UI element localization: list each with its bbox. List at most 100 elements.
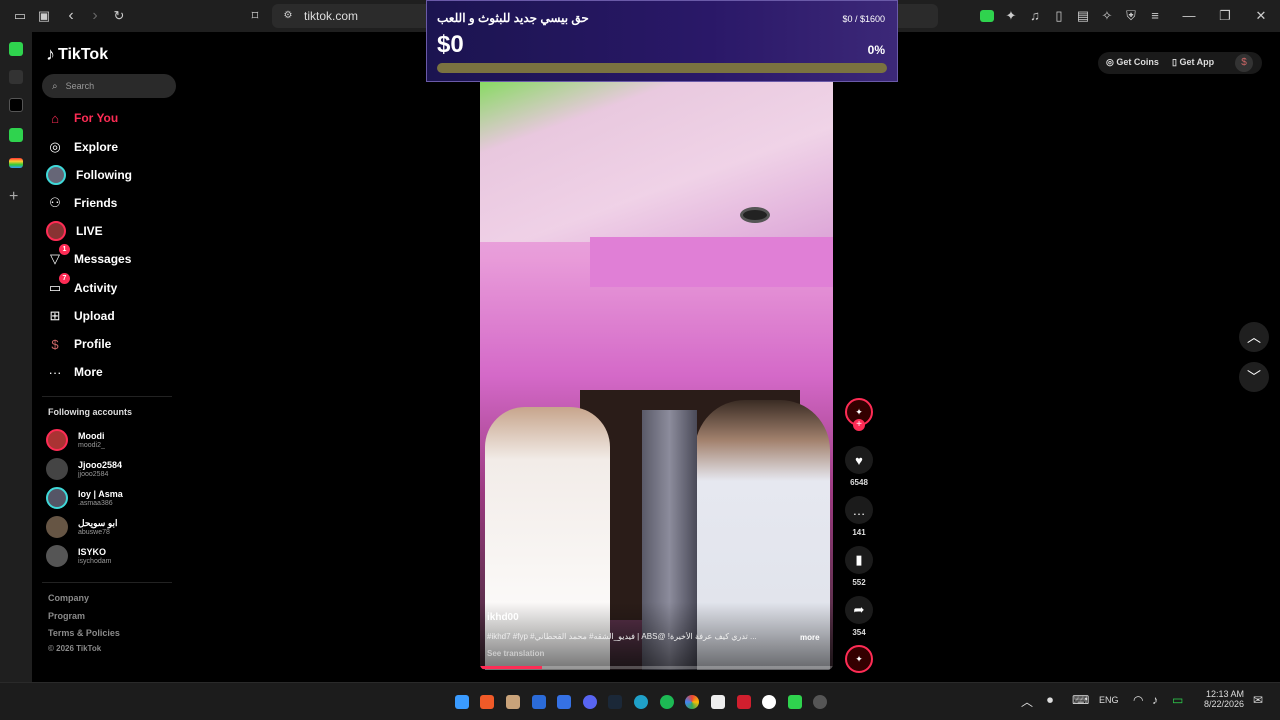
nav-profile[interactable]: $ Profile	[46, 333, 111, 355]
comment-button[interactable]: … 141	[845, 496, 873, 537]
windows-start-icon[interactable]	[455, 695, 469, 709]
phone-icon: ▯	[1172, 57, 1177, 67]
edge-icon[interactable]	[634, 695, 648, 709]
share-icon: ➦	[845, 596, 873, 624]
sidebar-toggle-icon[interactable]: ▭	[12, 8, 28, 24]
app-icon[interactable]	[813, 695, 827, 709]
keyboard-icon[interactable]: ⌨	[1072, 693, 1089, 707]
previous-video-button[interactable]: ︿	[1239, 322, 1269, 352]
bookmark-icon: ▮	[845, 546, 873, 574]
video-username[interactable]: ikhd00	[487, 612, 519, 623]
get-coins-button[interactable]: ◎ Get Coins	[1106, 57, 1159, 68]
app-icon[interactable]	[788, 695, 802, 709]
tray-overflow-icon[interactable]: ︿	[1021, 693, 1033, 710]
file-icon[interactable]	[711, 695, 725, 709]
kick-icon[interactable]	[9, 42, 23, 56]
tab-icon[interactable]: ▣	[36, 8, 52, 24]
menu-icon[interactable]: ≡	[1147, 8, 1163, 24]
microphone-icon[interactable]: ⏺	[1047, 693, 1053, 708]
language-indicator[interactable]: ENG	[1099, 695, 1119, 705]
reload-icon[interactable]: ↻	[111, 8, 127, 24]
browser-side-rail: +	[0, 32, 32, 682]
search-input[interactable]: ⌕ Search	[42, 74, 176, 98]
nav-friends[interactable]: ⚇ Friends	[46, 192, 117, 214]
close-icon[interactable]: ✕	[1253, 8, 1269, 24]
shield-icon[interactable]: ⛨	[1123, 8, 1139, 24]
shield-app-icon[interactable]	[532, 695, 546, 709]
notification-icon[interactable]: ✉	[1253, 693, 1263, 707]
nav-activity[interactable]: ▭ 7 Activity	[46, 273, 117, 299]
messages-badge: 1	[59, 244, 70, 255]
brave-icon[interactable]	[480, 695, 494, 709]
avatar	[46, 487, 68, 509]
avatar	[46, 545, 68, 567]
app-icon[interactable]	[506, 695, 520, 709]
minimize-icon[interactable]: —	[1181, 8, 1197, 24]
footer-program[interactable]: Program	[48, 611, 85, 621]
stack-icon[interactable]	[9, 158, 23, 168]
account-item[interactable]: Jjooo2584 jjooo2584	[46, 456, 122, 482]
site-info-icon[interactable]: ⚙	[280, 8, 296, 24]
nav-explore[interactable]: ◎ Explore	[46, 136, 118, 158]
extension-badge-icon[interactable]	[980, 10, 994, 22]
ai-icon[interactable]: ✧	[1099, 8, 1115, 24]
nav-following[interactable]: Following	[46, 164, 132, 186]
nav-more[interactable]: ··· More	[46, 361, 103, 383]
account-item[interactable]: ISYKO isychodam	[46, 543, 111, 569]
next-video-button[interactable]: ﹀	[1239, 362, 1269, 392]
add-icon[interactable]: +	[9, 188, 18, 206]
address-bar[interactable]: ⚙ tiktok.com	[272, 4, 432, 28]
spotify-icon[interactable]	[660, 695, 674, 709]
account-item[interactable]: loy | Asma .asmaa386	[46, 485, 123, 511]
forward-icon[interactable]: ›	[87, 8, 103, 24]
caption-more-link[interactable]: more	[800, 633, 820, 642]
music-icon[interactable]: ♫	[1027, 8, 1043, 24]
nav-for-you[interactable]: ⌂ For You	[46, 107, 118, 129]
app-icon[interactable]	[737, 695, 751, 709]
nav-live[interactable]: LIVE	[46, 220, 103, 242]
wifi-icon[interactable]: ◠	[1133, 693, 1143, 707]
clock[interactable]: 12:13 AM 8/22/2026	[1202, 689, 1244, 709]
clock-date: 8/22/2026	[1203, 699, 1244, 709]
tiktok-logo[interactable]: ♪ TikTok	[46, 44, 108, 65]
creator-avatar-button[interactable]: ✦ +	[845, 398, 873, 431]
kick-icon[interactable]	[9, 128, 23, 142]
chrome-icon[interactable]	[685, 695, 699, 709]
compass-icon: ◎	[49, 139, 61, 154]
account-item[interactable]: ابو سويحل abuswe78	[46, 514, 117, 540]
sidebar-icon[interactable]: ▯	[1051, 8, 1067, 24]
share-button[interactable]: ➦ 354	[845, 596, 873, 637]
app-icon[interactable]	[557, 695, 571, 709]
account-item[interactable]: Moodi moodi2_	[46, 427, 105, 453]
wallet-icon[interactable]: ▤	[1075, 8, 1091, 24]
tiktok-icon[interactable]	[9, 98, 23, 112]
see-translation-link[interactable]: See translation	[487, 649, 544, 658]
steam-icon[interactable]	[608, 695, 622, 709]
music-disc-button[interactable]: ✦	[845, 645, 873, 673]
clock-time: 12:13 AM	[1205, 689, 1244, 699]
footer-company[interactable]: Company	[48, 593, 89, 603]
discord-icon[interactable]	[583, 695, 597, 709]
bookmark-icon[interactable]: ⌑	[247, 8, 263, 24]
video-player[interactable]: ikhd00 #ikhd7 #fyp #فيديو_الشقه# محمد ال…	[480, 82, 833, 670]
divider	[42, 396, 172, 397]
get-app-button[interactable]: ▯ Get App	[1172, 57, 1214, 68]
back-icon[interactable]: ‹	[63, 8, 79, 24]
address-bar-end	[898, 4, 938, 28]
follow-plus-icon[interactable]: +	[853, 419, 865, 431]
restore-icon[interactable]: ❐	[1217, 8, 1233, 24]
volume-icon[interactable]: ♪	[1152, 693, 1158, 707]
user-avatar[interactable]: $	[1235, 54, 1253, 72]
extension-icon[interactable]: ✦	[1003, 8, 1019, 24]
battery-icon[interactable]: ▭	[1172, 693, 1183, 707]
like-button[interactable]: ♥ 6548	[845, 446, 873, 487]
video-progress-track[interactable]	[480, 666, 833, 669]
nav-messages[interactable]: ▽ 1 Messages	[46, 244, 131, 270]
app-icon[interactable]	[9, 70, 23, 84]
footer-terms[interactable]: Terms & Policies	[48, 628, 120, 638]
save-button[interactable]: ▮ 552	[845, 546, 873, 587]
nav-upload[interactable]: ⊞ Upload	[46, 305, 115, 327]
clock-app-icon[interactable]	[762, 695, 776, 709]
profile-icon: $	[51, 336, 59, 352]
activity-badge: 7	[59, 273, 70, 284]
